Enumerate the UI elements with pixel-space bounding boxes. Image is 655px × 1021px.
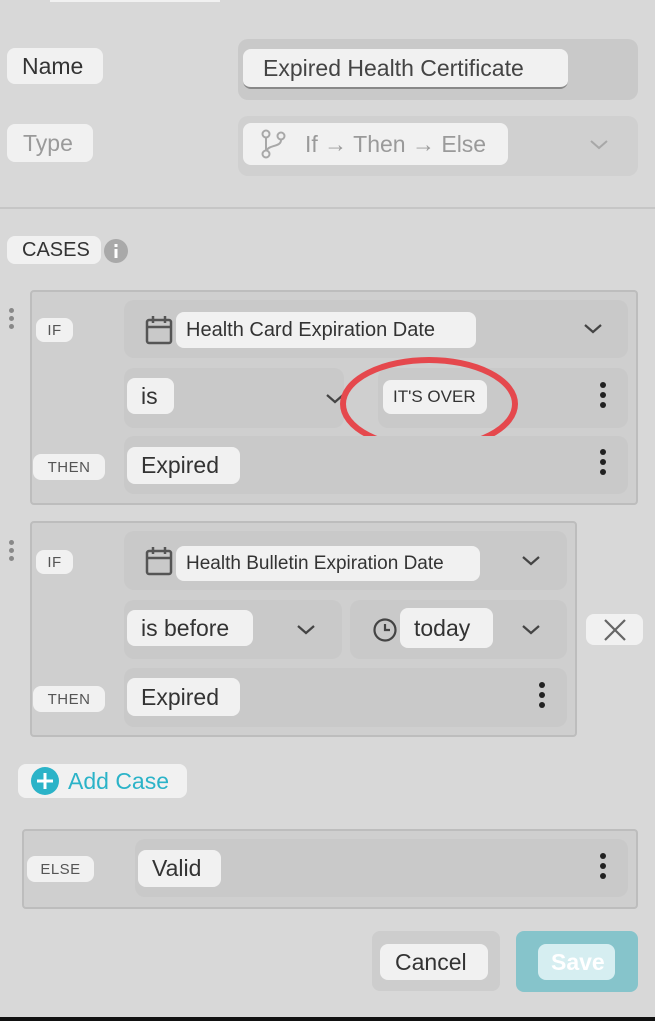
kebab-menu-icon[interactable] <box>538 682 546 708</box>
type-value: If → Then → Else <box>243 123 508 165</box>
chevron-down-icon <box>588 138 610 152</box>
case-2-then-value: Expired <box>127 678 240 716</box>
info-icon[interactable] <box>103 238 129 264</box>
name-input[interactable]: Expired Health Certificate <box>243 49 568 89</box>
kebab-menu-icon[interactable] <box>599 853 607 879</box>
name-label: Name <box>7 48 103 84</box>
case-2-operator-value: is before <box>127 610 253 646</box>
case-1-then-field[interactable]: Expired <box>124 436 628 494</box>
case-1-then-value: Expired <box>127 447 240 484</box>
kebab-menu-icon[interactable] <box>599 449 607 475</box>
bottom-edge <box>0 1017 655 1021</box>
then-tag: THEN <box>33 686 105 712</box>
plus-circle-icon <box>30 766 60 796</box>
then-tag: THEN <box>33 454 105 480</box>
clock-icon <box>372 617 398 643</box>
name-field-container[interactable]: Expired Health Certificate <box>238 39 638 100</box>
case-1-field-select[interactable]: Health Card Expiration Date <box>124 300 628 358</box>
remove-case-button[interactable] <box>586 614 643 645</box>
case-2-operator-select[interactable]: is before <box>124 600 342 659</box>
branch-icon <box>261 129 287 159</box>
type-label: Type <box>7 124 93 162</box>
if-tag: IF <box>36 550 73 574</box>
chevron-down-icon <box>520 623 542 637</box>
case-2-field-value: Health Bulletin Expiration Date <box>176 546 480 581</box>
drag-handle-icon[interactable] <box>9 540 14 561</box>
cancel-button[interactable]: Cancel <box>372 931 500 991</box>
chevron-down-icon <box>295 623 317 637</box>
chevron-down-icon <box>520 554 542 568</box>
cancel-button-label: Cancel <box>380 944 488 980</box>
chevron-down-icon <box>582 322 604 336</box>
close-icon <box>602 617 628 643</box>
case-1-operator-select[interactable]: is <box>124 368 344 428</box>
case-2-field-select[interactable]: Health Bulletin Expiration Date <box>124 531 567 590</box>
else-field[interactable]: Valid <box>135 839 628 897</box>
if-tag: IF <box>36 318 73 342</box>
save-button[interactable]: Save <box>516 931 638 992</box>
kebab-menu-icon[interactable] <box>599 382 607 408</box>
add-case-button[interactable]: Add Case <box>18 764 187 798</box>
calendar-icon <box>145 546 173 576</box>
save-button-label: Save <box>538 944 615 980</box>
drag-handle-icon[interactable] <box>9 308 14 329</box>
case-2-value-select[interactable]: today <box>350 600 567 659</box>
case-2-value: today <box>400 608 493 648</box>
top-divider <box>50 0 220 2</box>
type-select[interactable]: If → Then → Else <box>238 116 638 176</box>
case-1-field-value: Health Card Expiration Date <box>176 312 476 348</box>
section-divider <box>0 207 655 209</box>
else-tag: ELSE <box>27 856 94 882</box>
case-1-operator-value: is <box>127 378 174 414</box>
cases-label: CASES <box>7 236 101 264</box>
calendar-icon <box>145 315 173 345</box>
else-value: Valid <box>138 850 221 887</box>
case-2-then-field[interactable]: Expired <box>124 668 567 727</box>
